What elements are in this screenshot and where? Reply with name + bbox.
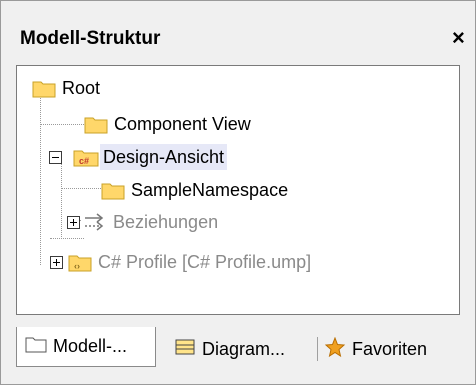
- tab-label: Favoriten: [352, 338, 428, 359]
- tree-line: [61, 164, 62, 239]
- tree-line: [40, 124, 84, 125]
- tree-item-label: Beziehungen: [113, 212, 219, 232]
- tree-item-label: SampleNamespace: [131, 180, 289, 200]
- relations-arrows-icon: [83, 212, 107, 232]
- diagram-tree-icon: [174, 338, 196, 361]
- tree-item-label: Component View: [114, 114, 251, 134]
- tree-line: [40, 96, 41, 265]
- model-tree: Root Component View c# Design-Ansicht Sa…: [16, 65, 460, 315]
- favorites-star-icon: [324, 336, 346, 362]
- svg-text:‹›: ‹›: [74, 261, 80, 271]
- tree-item-label: Root: [62, 78, 101, 98]
- profile-package-icon: ‹›: [68, 252, 92, 272]
- title-bar: Modell-Struktur ×: [1, 1, 475, 59]
- folder-icon: [84, 114, 108, 134]
- tree-item-component-view[interactable]: Component View: [84, 110, 251, 138]
- tree-item-label: C# Profile [C# Profile.ump]: [98, 252, 312, 272]
- tab-label: Diagram...: [202, 338, 286, 359]
- tree-item-label: Design-Ansicht: [100, 144, 228, 170]
- expand-toggle-icon[interactable]: [50, 256, 63, 269]
- tree-line: [50, 238, 84, 239]
- tree-item-beziehungen[interactable]: Beziehungen: [83, 208, 218, 236]
- close-icon[interactable]: ×: [452, 25, 465, 51]
- expand-toggle-icon[interactable]: [67, 216, 80, 229]
- tree-item-design-ansicht[interactable]: c# Design-Ansicht: [73, 143, 228, 171]
- collapse-toggle-icon[interactable]: [49, 151, 62, 164]
- tree-line: [61, 188, 101, 189]
- tree-item-root[interactable]: Root: [32, 74, 100, 102]
- panel-title: Modell-Struktur: [20, 28, 161, 49]
- svg-text:c#: c#: [79, 156, 89, 166]
- tab-separator: [317, 337, 318, 361]
- tab-bar: Modell-... Diagram... Favoriten: [16, 327, 462, 371]
- tab-favoriten[interactable]: Favoriten: [324, 327, 427, 371]
- tab-modell[interactable]: Modell-...: [16, 327, 156, 367]
- tree-item-sample-namespace[interactable]: SampleNamespace: [101, 176, 288, 204]
- folder-icon: [101, 180, 125, 200]
- tab-label: Modell-...: [53, 336, 128, 356]
- folder-icon: [32, 78, 56, 98]
- folder-icon: [25, 335, 47, 358]
- tree-item-csharp-profile[interactable]: ‹› C# Profile [C# Profile.ump]: [68, 248, 311, 276]
- model-tree-window: Modell-Struktur × Root Component View c#…: [0, 0, 476, 385]
- csharp-package-icon: c#: [73, 147, 99, 167]
- tab-diagram[interactable]: Diagram...: [174, 327, 285, 371]
